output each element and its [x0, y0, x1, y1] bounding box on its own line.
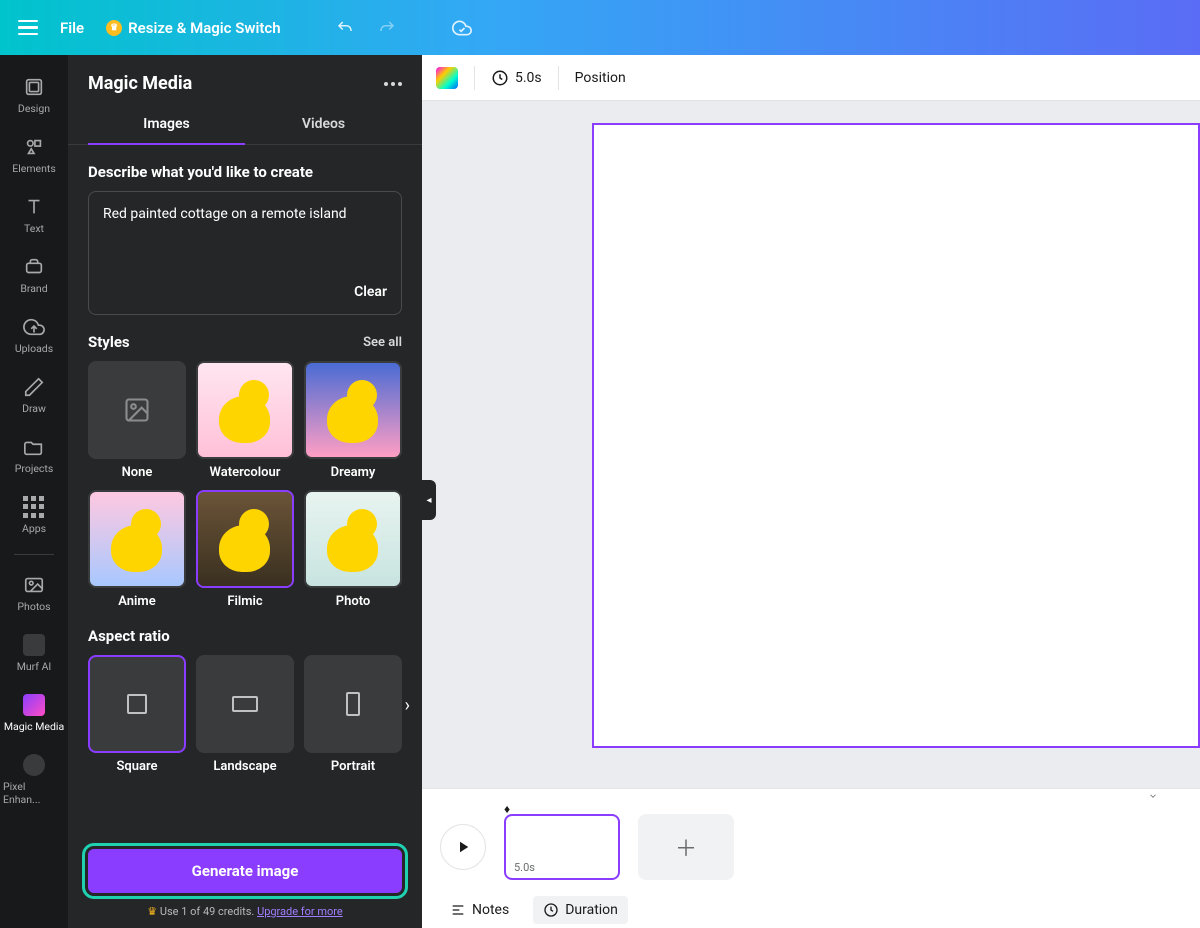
timeline-top	[422, 788, 1200, 802]
style-label: Filmic	[227, 594, 262, 609]
nav-label: Uploads	[15, 342, 53, 355]
nav-magic-media[interactable]: Magic Media	[3, 688, 65, 739]
ratio-row: Square Landscape Portrait ›	[88, 655, 402, 774]
ratio-landscape[interactable]: Landscape	[196, 655, 294, 774]
top-bar: File ♛ Resize & Magic Switch	[0, 0, 1200, 55]
duration-label: Duration	[565, 902, 618, 918]
file-menu[interactable]: File	[60, 19, 84, 37]
ratio-label: Landscape	[213, 759, 276, 774]
prompt-input[interactable]: Red painted cottage on a remote island C…	[88, 191, 402, 315]
canvas-frame[interactable]	[592, 123, 1200, 748]
styles-label: Styles	[88, 333, 130, 351]
nav-label: Draw	[22, 402, 46, 415]
nav-brand[interactable]: Brand	[3, 250, 65, 301]
nav-label: Magic Media	[4, 720, 64, 733]
style-label: Photo	[336, 594, 371, 609]
add-page-button[interactable]: ＋	[638, 814, 734, 880]
style-none[interactable]: None	[88, 361, 186, 480]
nav-uploads[interactable]: Uploads	[3, 310, 65, 361]
divider	[474, 66, 475, 90]
redo-icon[interactable]	[377, 19, 397, 37]
aspect-label: Aspect ratio	[88, 627, 402, 645]
notes-icon	[450, 902, 466, 918]
undo-icon[interactable]	[335, 19, 355, 37]
nav-label: Elements	[12, 162, 56, 175]
cloud-sync-icon[interactable]	[451, 18, 473, 38]
clear-button[interactable]: Clear	[354, 284, 387, 300]
clock-icon	[491, 69, 509, 87]
nav-apps[interactable]: Apps	[3, 490, 65, 541]
resize-magic-switch[interactable]: ♛ Resize & Magic Switch	[106, 19, 280, 37]
style-label: Anime	[118, 594, 155, 609]
nav-label: Projects	[15, 462, 54, 475]
nav-divider	[14, 554, 54, 555]
duration-button[interactable]: Duration	[533, 896, 628, 924]
canvas-toolbar: 5.0s Position	[422, 55, 1200, 101]
style-filmic[interactable]: Filmic	[196, 490, 294, 609]
style-label: Watercolour	[210, 465, 281, 480]
notes-label: Notes	[472, 902, 509, 918]
play-button[interactable]	[440, 824, 486, 870]
nav-elements[interactable]: Elements	[3, 130, 65, 181]
nav-label: Photos	[17, 600, 50, 613]
nav-label: Pixel Enhan...	[3, 780, 65, 806]
style-watercolour[interactable]: Watercolour	[196, 361, 294, 480]
color-picker[interactable]	[436, 67, 458, 89]
clip-duration: 5.0s	[514, 861, 535, 874]
nav-label: Apps	[22, 522, 46, 535]
magic-media-panel: Magic Media Images Videos Describe what …	[68, 55, 422, 928]
duration-value: 5.0s	[515, 70, 542, 86]
notes-button[interactable]: Notes	[440, 896, 519, 924]
nav-design[interactable]: Design	[3, 70, 65, 121]
nav-label: Brand	[20, 282, 47, 295]
timeline: ♦ 5.0s ＋ Notes Duration	[422, 788, 1200, 928]
upgrade-link[interactable]: Upgrade for more	[257, 905, 343, 918]
prompt-text: Red painted cottage on a remote island	[103, 206, 387, 222]
see-all-link[interactable]: See all	[363, 335, 402, 350]
clock-icon	[543, 902, 559, 918]
credits-text: ♛ Use 1 of 49 credits. Upgrade for more	[68, 901, 422, 928]
style-photo[interactable]: Photo	[304, 490, 402, 609]
panel-title: Magic Media	[88, 73, 192, 94]
nav-label: Text	[24, 222, 44, 235]
divider	[558, 66, 559, 90]
describe-label: Describe what you'd like to create	[88, 163, 402, 181]
timeline-clip[interactable]: ♦ 5.0s	[504, 814, 620, 880]
nav-murf-ai[interactable]: Murf AI	[3, 628, 65, 679]
nav-label: Murf AI	[17, 660, 52, 673]
styles-grid: None Watercolour Dreamy Anime Filmic Pho…	[88, 361, 402, 609]
left-nav: Design Elements Text Brand Uploads Draw …	[0, 55, 68, 928]
nav-text[interactable]: Text	[3, 190, 65, 241]
duration-display[interactable]: 5.0s	[491, 69, 542, 87]
nav-photos[interactable]: Photos	[3, 568, 65, 619]
resize-label: Resize & Magic Switch	[128, 19, 280, 37]
generate-image-button[interactable]: Generate image	[88, 849, 402, 893]
nav-pixel-enhance[interactable]: Pixel Enhan...	[3, 748, 65, 812]
position-button[interactable]: Position	[575, 70, 626, 86]
more-icon[interactable]	[384, 82, 402, 86]
ratio-label: Square	[116, 759, 157, 774]
crown-icon: ♛	[106, 20, 122, 36]
tab-images[interactable]: Images	[88, 104, 245, 144]
panel-tabs: Images Videos	[68, 104, 422, 145]
nav-projects[interactable]: Projects	[3, 430, 65, 481]
canvas-area	[422, 101, 1200, 788]
menu-icon[interactable]	[18, 20, 38, 36]
tab-videos[interactable]: Videos	[245, 104, 402, 144]
chevron-down-icon[interactable]	[1146, 791, 1160, 801]
style-anime[interactable]: Anime	[88, 490, 186, 609]
playhead-icon: ♦	[504, 802, 510, 816]
style-dreamy[interactable]: Dreamy	[304, 361, 402, 480]
collapse-panel-icon[interactable]: ◂	[422, 480, 436, 520]
ratio-portrait[interactable]: Portrait	[304, 655, 402, 774]
style-label: Dreamy	[331, 465, 376, 480]
nav-label: Design	[18, 102, 50, 115]
style-label: None	[122, 465, 153, 480]
ratio-label: Portrait	[331, 759, 375, 774]
nav-draw[interactable]: Draw	[3, 370, 65, 421]
ratio-square[interactable]: Square	[88, 655, 186, 774]
chevron-right-icon[interactable]: ›	[405, 695, 410, 716]
